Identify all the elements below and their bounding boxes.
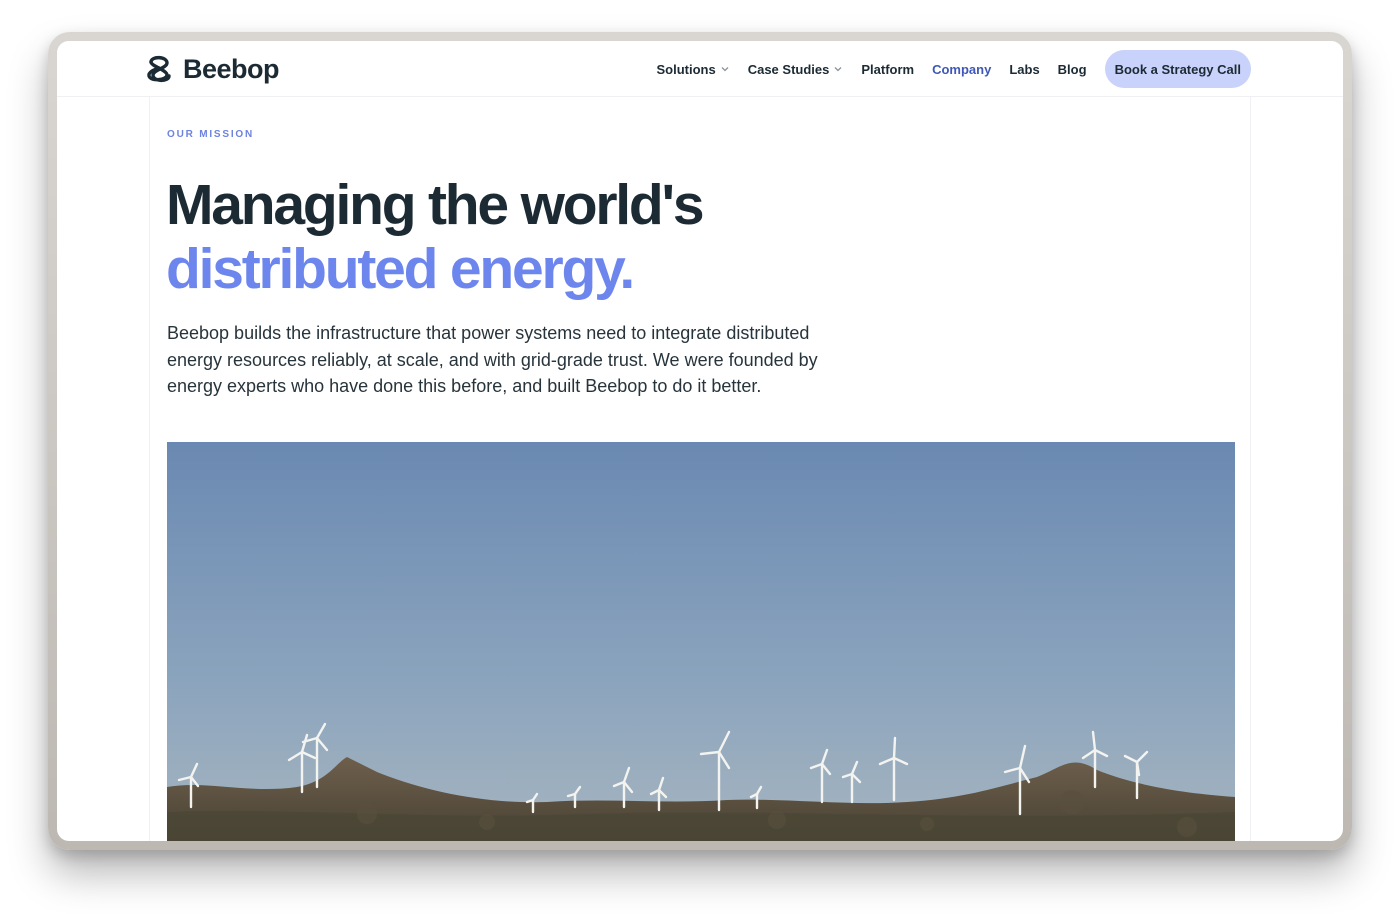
nav-item-labs[interactable]: Labs (1009, 62, 1039, 77)
nav-item-label: Case Studies (747, 61, 830, 77)
section-eyebrow: OUR MISSION (167, 129, 255, 140)
wind-farm-illustration (167, 442, 1235, 841)
chevron-down-icon (721, 67, 729, 72)
browser-viewport: Beebop Solutions Case Studies Platform C… (57, 41, 1343, 841)
chevron-down-icon (834, 67, 842, 72)
nav-item-label: Platform (861, 61, 915, 77)
nav-item-label: Solutions (656, 61, 716, 77)
page-title-line-1: Managing the world's (166, 173, 705, 237)
nav-item-platform[interactable]: Platform (861, 62, 914, 77)
nav-item-label: Company (932, 61, 992, 77)
page-title-line-2: distributed energy. (166, 237, 635, 301)
beebop-logo-icon (147, 55, 171, 83)
book-strategy-call-button[interactable]: Book a Strategy Call (1104, 50, 1251, 88)
nav-item-blog[interactable]: Blog (1058, 62, 1087, 77)
main-nav: Solutions Case Studies Platform Company … (638, 50, 1251, 88)
brand-name: Beebop (183, 53, 280, 84)
nav-item-label: Blog (1057, 61, 1087, 77)
nav-item-case-studies[interactable]: Case Studies (748, 62, 844, 77)
brand-logo[interactable]: Beebop (145, 51, 280, 87)
page-title: Managing the world's distributed energy. (166, 173, 705, 301)
site-header: Beebop Solutions Case Studies Platform C… (57, 41, 1343, 97)
mission-description: Beebop builds the infrastructure that po… (167, 323, 818, 396)
nav-item-company[interactable]: Company (932, 62, 991, 77)
mission-section: OUR MISSION Managing the world's distrib… (149, 97, 1251, 841)
wind-farm-photo (167, 442, 1235, 841)
device-frame: Beebop Solutions Case Studies Platform C… (48, 32, 1352, 850)
nav-item-solutions[interactable]: Solutions (656, 62, 729, 77)
nav-item-label: Labs (1009, 61, 1040, 77)
